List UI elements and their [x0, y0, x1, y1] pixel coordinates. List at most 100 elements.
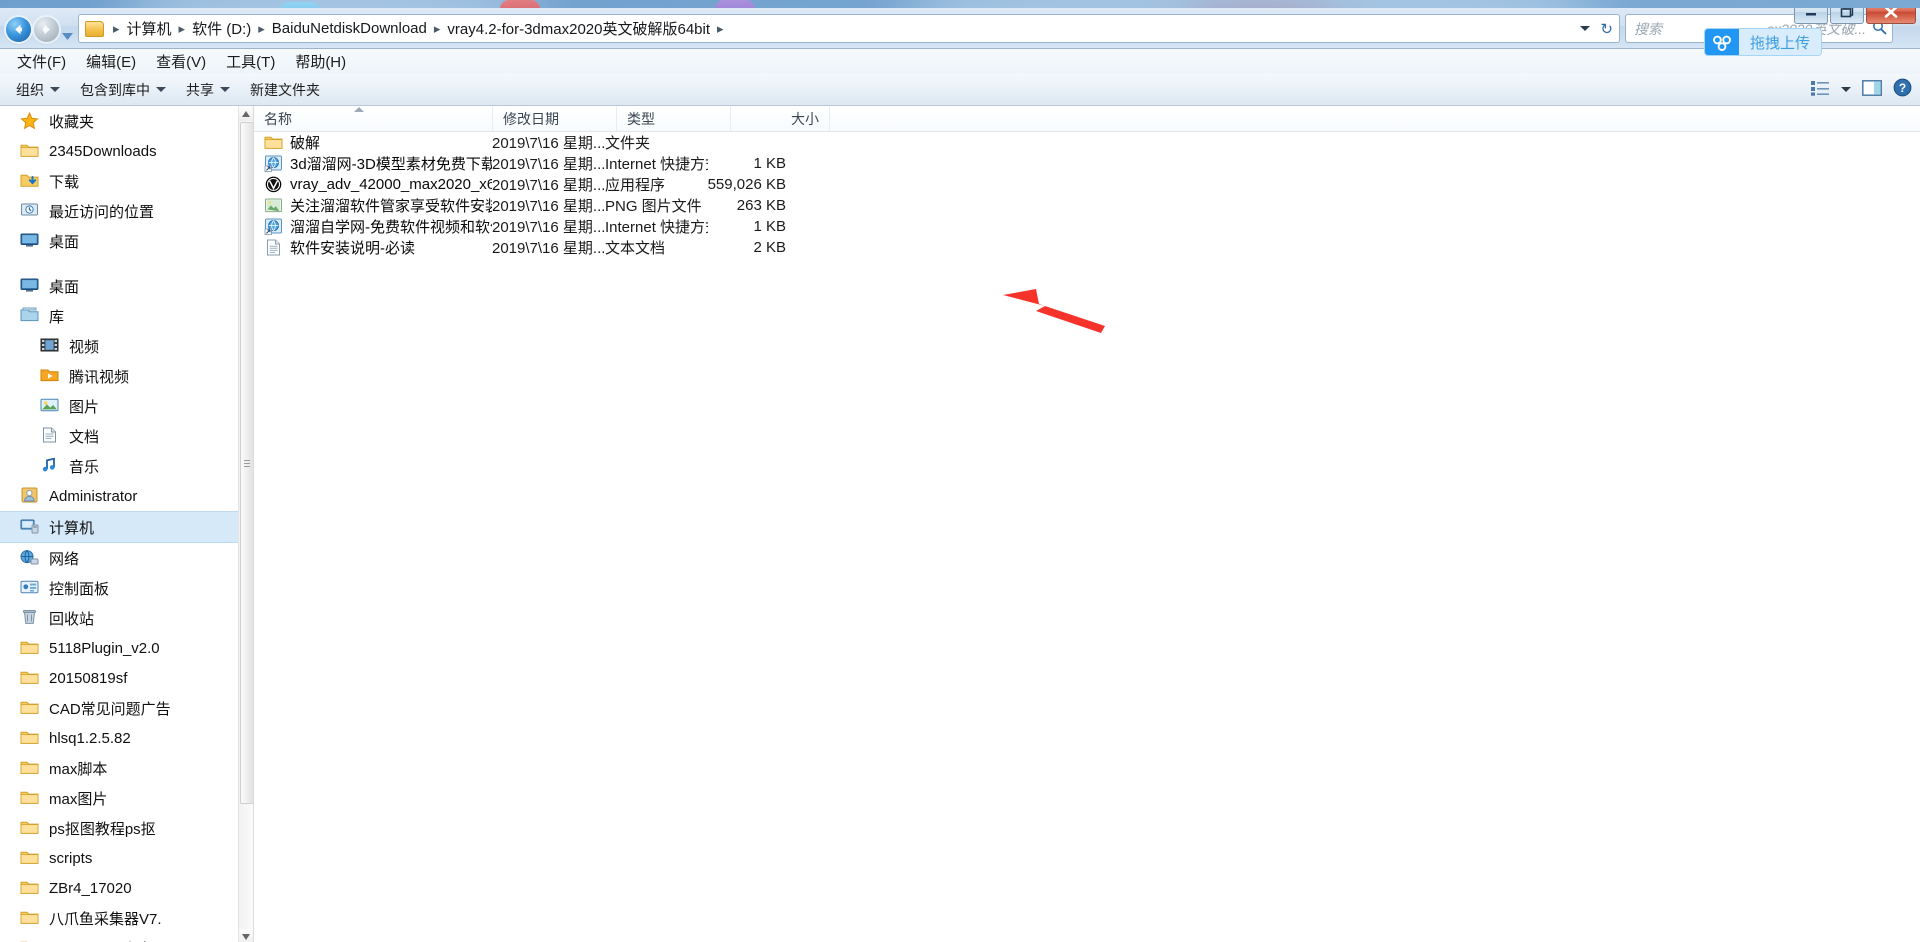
view-options-icon[interactable] [1811, 80, 1830, 100]
breadcrumb-item-3[interactable]: vray4.2-for-3dmax2020英文破解版64bit [445, 18, 712, 39]
column-header-name[interactable]: 名称 [254, 106, 493, 131]
restore-button[interactable] [1830, 8, 1864, 24]
menu-help[interactable]: 帮助(H) [286, 48, 355, 75]
folder-icon [20, 849, 41, 868]
folder-icon [20, 789, 41, 808]
address-dropdown-icon[interactable] [1580, 26, 1590, 31]
sidebar-item-控制面板[interactable]: 控制面板 [0, 573, 239, 603]
minimize-button[interactable] [1794, 8, 1828, 24]
scrollbar-thumb[interactable] [240, 122, 254, 804]
file-name-cell: 3d溜溜网-3D模型素材免费下载 [254, 153, 492, 174]
folder-icon [20, 879, 41, 898]
breadcrumb-item-1[interactable]: 软件 (D:) [190, 18, 253, 39]
command-toolbar: 组织 包含到库中 共享 新建文件夹 [0, 74, 1920, 106]
user-icon [20, 487, 41, 506]
tencent-video-icon [40, 367, 61, 386]
toolbar-right-group: ? [1811, 78, 1912, 101]
baidu-drag-upload-widget[interactable]: 拖拽上传 [1705, 29, 1821, 55]
sidebar-item-scripts[interactable]: scripts [0, 843, 239, 873]
forward-button[interactable] [34, 17, 59, 42]
sidebar-item-ps抠图教程ps抠[interactable]: ps抠图教程ps抠 [0, 813, 239, 843]
breadcrumb-item-2[interactable]: BaiduNetdiskDownload [270, 20, 429, 37]
sidebar-item-不可用max脚本[interactable]: 不可用max脚本 [0, 933, 239, 942]
sidebar-item-5118Plugin_v2.0[interactable]: 5118Plugin_v2.0 [0, 633, 239, 663]
folder-icon [20, 699, 41, 718]
column-header-type[interactable]: 类型 [617, 106, 731, 131]
sidebar-item-max图片[interactable]: max图片 [0, 783, 239, 813]
sidebar-item-20150819sf[interactable]: 20150819sf [0, 663, 239, 693]
sidebar-item-下载[interactable]: 下载 [0, 166, 239, 196]
sidebar-item-计算机[interactable]: 计算机 [0, 511, 239, 543]
refresh-icon[interactable]: ↻ [1600, 20, 1613, 38]
menu-edit[interactable]: 编辑(E) [77, 48, 145, 75]
view-options-dropdown-icon[interactable] [1841, 87, 1851, 92]
sidebar-item-文档[interactable]: 文档 [0, 421, 239, 451]
history-dropdown-icon[interactable] [62, 27, 73, 34]
close-button[interactable] [1866, 8, 1916, 24]
address-bar: ▸ 计算机 ▸ 软件 (D:) ▸ BaiduNetdiskDownload ▸… [0, 8, 1920, 49]
sidebar-item-最近访问的位置[interactable]: 最近访问的位置 [0, 196, 239, 226]
sidebar-item-腾讯视频[interactable]: 腾讯视频 [0, 361, 239, 391]
sidebar-item-label: 控制面板 [49, 578, 109, 599]
navigation-scrollbar[interactable] [238, 106, 253, 942]
png-image-icon [264, 197, 283, 214]
sidebar-item-ZBr4_17020[interactable]: ZBr4_17020 [0, 873, 239, 903]
column-header-size[interactable]: 大小 [731, 106, 830, 131]
file-name-cell: vray_adv_42000_max2020_x64 [254, 176, 492, 193]
annotation-arrow-icon [989, 281, 1169, 341]
table-row[interactable]: vray_adv_42000_max2020_x642019\7\16 星期..… [254, 174, 1920, 195]
sidebar-item-label: 2345Downloads [49, 143, 157, 160]
column-header-size-label: 大小 [791, 109, 819, 129]
table-row[interactable]: 关注溜溜软件管家享受软件安装服务2019\7\16 星期...PNG 图片文件2… [254, 195, 1920, 216]
sidebar-item-音乐[interactable]: 音乐 [0, 451, 239, 481]
desktop-icon [20, 277, 41, 296]
svg-text:?: ? [1899, 81, 1906, 95]
preview-pane-icon[interactable] [1862, 80, 1882, 100]
share-button[interactable]: 共享 [176, 76, 240, 104]
breadcrumb[interactable]: ▸ 计算机 ▸ 软件 (D:) ▸ BaiduNetdiskDownload ▸… [78, 14, 1620, 43]
downloads-icon [20, 172, 41, 191]
sidebar-item-图片[interactable]: 图片 [0, 391, 239, 421]
sidebar-item-桌面[interactable]: 桌面 [0, 226, 239, 256]
column-header-date[interactable]: 修改日期 [493, 106, 617, 131]
sidebar-item-CAD常见问题广告[interactable]: CAD常见问题广告 [0, 693, 239, 723]
sidebar-group-桌面[interactable]: 桌面 [0, 271, 239, 301]
new-folder-button[interactable]: 新建文件夹 [240, 76, 330, 104]
sidebar-item-label: scripts [49, 850, 92, 867]
sidebar-item-max脚本[interactable]: max脚本 [0, 753, 239, 783]
sidebar-item-hlsq1.2.5.82[interactable]: hlsq1.2.5.82 [0, 723, 239, 753]
menu-file[interactable]: 文件(F) [8, 48, 75, 75]
include-in-library-button[interactable]: 包含到库中 [70, 76, 176, 104]
sidebar-item-label: 音乐 [69, 456, 99, 477]
breadcrumb-item-0[interactable]: 计算机 [125, 18, 174, 39]
sidebar-item-label: 5118Plugin_v2.0 [49, 640, 160, 657]
file-name-cell: 溜溜自学网-免费软件视频和软件下载网站 [254, 216, 492, 237]
breadcrumb-separator: ▸ [429, 21, 446, 37]
scroll-down-button[interactable] [239, 929, 253, 942]
sidebar-item-label: 八爪鱼采集器V7. [49, 908, 162, 929]
sidebar-item-Administrator[interactable]: Administrator [0, 481, 239, 511]
table-row[interactable]: 3d溜溜网-3D模型素材免费下载2019\7\16 星期...Internet … [254, 153, 1920, 174]
table-row[interactable]: 破解2019\7\16 星期...文件夹 [254, 132, 1920, 153]
table-row[interactable]: 溜溜自学网-免费软件视频和软件下载网站2019\7\16 星期...Intern… [254, 216, 1920, 237]
file-date: 2019\7\16 星期... [492, 237, 605, 258]
help-icon[interactable]: ? [1893, 78, 1912, 101]
file-type: Internet 快捷方式 [605, 216, 708, 237]
internet-shortcut-icon [264, 155, 283, 172]
sidebar-item-2345Downloads[interactable]: 2345Downloads [0, 136, 239, 166]
sidebar-group-收藏夹[interactable]: 收藏夹 [0, 106, 239, 136]
back-button[interactable] [6, 17, 31, 42]
sidebar-item-网络[interactable]: 网络 [0, 543, 239, 573]
menu-view[interactable]: 查看(V) [147, 48, 215, 75]
column-header-name-label: 名称 [264, 109, 292, 129]
table-row[interactable]: 软件安装说明-必读2019\7\16 星期...文本文档2 KB [254, 237, 1920, 258]
organize-button[interactable]: 组织 [6, 76, 70, 104]
include-in-library-label: 包含到库中 [80, 80, 150, 100]
scroll-up-button[interactable] [239, 106, 253, 121]
sidebar-item-八爪鱼采集器V7.[interactable]: 八爪鱼采集器V7. [0, 903, 239, 933]
sidebar-group-label: 收藏夹 [49, 111, 94, 132]
sidebar-item-视频[interactable]: 视频 [0, 331, 239, 361]
sidebar-item-库[interactable]: 库 [0, 301, 239, 331]
menu-tools[interactable]: 工具(T) [217, 48, 284, 75]
sidebar-item-回收站[interactable]: 回收站 [0, 603, 239, 633]
